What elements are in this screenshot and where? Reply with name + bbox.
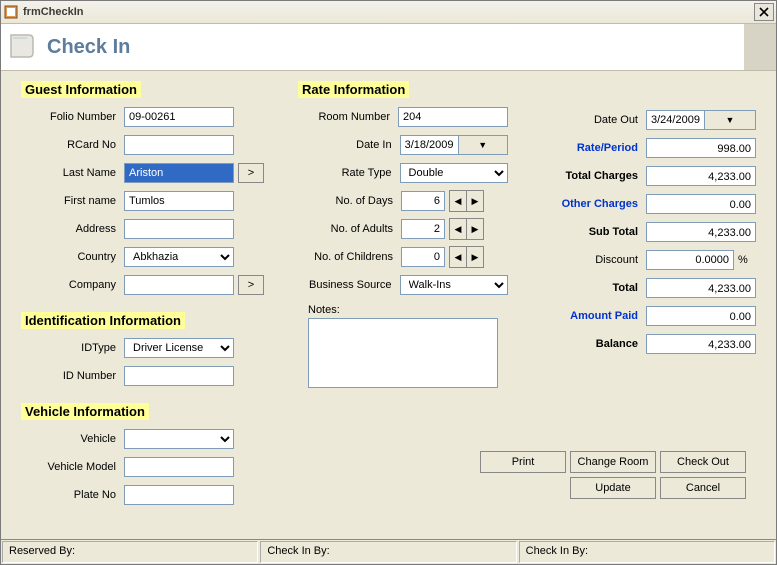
section-guest: Guest Information [21, 81, 141, 98]
plate-label: Plate No [21, 489, 124, 501]
left-column: Guest Information Folio Number RCard No … [21, 81, 268, 512]
dateout-label: Date Out [538, 114, 646, 126]
update-button[interactable]: Update [570, 477, 656, 499]
dateout-value: 3/24/2009 [647, 114, 704, 126]
section-rate: Rate Information [298, 81, 409, 98]
company-lookup-button[interactable]: > [238, 275, 264, 295]
othercharges-label[interactable]: Other Charges [538, 198, 646, 210]
lastname-lookup-button[interactable]: > [238, 163, 264, 183]
section-ident: Identification Information [21, 312, 185, 329]
rateperiod-value: 998.00 [646, 138, 756, 158]
adults-label: No. of Adults [298, 223, 401, 235]
rcard-label: RCard No [21, 139, 124, 151]
days-decrement[interactable]: ◀ [449, 190, 467, 212]
total-label: Total [538, 282, 646, 294]
vehicle-label: Vehicle [21, 433, 124, 445]
datein-picker[interactable]: 3/18/2009 ▼ [400, 135, 508, 155]
titlebar: frmCheckIn [1, 1, 776, 24]
discount-input[interactable] [646, 250, 734, 270]
company-label: Company [21, 279, 124, 291]
action-buttons: Print Change Room Check Out Update Cance… [480, 451, 746, 499]
rateperiod-label[interactable]: Rate/Period [538, 142, 646, 154]
vehicle-model-input[interactable] [124, 457, 234, 477]
children-decrement[interactable]: ◀ [449, 246, 467, 268]
check-out-button[interactable]: Check Out [660, 451, 746, 473]
days-label: No. of Days [298, 195, 401, 207]
firstname-label: First name [21, 195, 124, 207]
address-input[interactable] [124, 219, 234, 239]
subtotal-label: Sub Total [538, 226, 646, 238]
source-label: Business Source [298, 279, 400, 291]
firstname-input[interactable] [124, 191, 234, 211]
total-value: 4,233.00 [646, 278, 756, 298]
close-button[interactable] [754, 3, 774, 21]
adults-decrement[interactable]: ◀ [449, 218, 467, 240]
lastname-label: Last Name [21, 167, 124, 179]
room-input[interactable] [398, 107, 508, 127]
lastname-input[interactable] [124, 163, 234, 183]
balance-value: 4,233.00 [646, 334, 756, 354]
mid-column: Rate Information Room Number Date In 3/1… [298, 81, 508, 512]
plate-input[interactable] [124, 485, 234, 505]
dateout-picker[interactable]: 3/24/2009 ▼ [646, 110, 756, 130]
children-increment[interactable]: ▶ [466, 246, 484, 268]
datein-label: Date In [298, 139, 400, 151]
totalcharges-value: 4,233.00 [646, 166, 756, 186]
folio-label: Folio Number [21, 111, 124, 123]
days-input[interactable] [401, 191, 445, 211]
discount-suffix: % [738, 254, 748, 266]
form-body: Guest Information Folio Number RCard No … [1, 71, 776, 539]
company-input[interactable] [124, 275, 234, 295]
discount-label: Discount [538, 254, 646, 266]
idnumber-label: ID Number [21, 370, 124, 382]
app-icon [3, 4, 19, 20]
room-label: Room Number [298, 111, 398, 123]
adults-increment[interactable]: ▶ [466, 218, 484, 240]
subtotal-value: 4,233.00 [646, 222, 756, 242]
children-label: No. of Childrens [298, 251, 401, 263]
vehicle-select[interactable] [124, 429, 234, 449]
notes-textarea[interactable] [308, 318, 498, 388]
ratetype-label: Rate Type [298, 167, 400, 179]
status-reserved-by: Reserved By: [2, 541, 258, 563]
header-decor [744, 24, 776, 70]
cancel-button[interactable]: Cancel [660, 477, 746, 499]
status-bar: Reserved By: Check In By: Check In By: [1, 539, 776, 564]
right-column: Date Out 3/24/2009 ▼ Rate/Period 998.00 … [538, 81, 756, 512]
ratetype-select[interactable]: Double [400, 163, 508, 183]
status-checkin-by-1: Check In By: [260, 541, 516, 563]
adults-input[interactable] [401, 219, 445, 239]
country-select[interactable]: Abkhazia [124, 247, 234, 267]
totalcharges-label: Total Charges [538, 170, 646, 182]
amountpaid-value: 0.00 [646, 306, 756, 326]
chevron-down-icon: ▼ [458, 136, 507, 154]
vehicle-model-label: Vehicle Model [21, 461, 124, 473]
othercharges-value: 0.00 [646, 194, 756, 214]
source-select[interactable]: Walk-Ins [400, 275, 508, 295]
idtype-select[interactable]: Driver License [124, 338, 234, 358]
checkin-icon [7, 31, 39, 63]
page-title: Check In [47, 36, 130, 59]
status-checkin-by-2: Check In By: [519, 541, 775, 563]
print-button[interactable]: Print [480, 451, 566, 473]
header-bar: Check In [1, 24, 776, 71]
folio-input[interactable] [124, 107, 234, 127]
section-vehicle: Vehicle Information [21, 403, 149, 420]
idnumber-input[interactable] [124, 366, 234, 386]
notes-label: Notes: [308, 304, 508, 316]
main-window: frmCheckIn Check In Guest Information Fo… [0, 0, 777, 565]
country-label: Country [21, 251, 124, 263]
idtype-label: IDType [21, 342, 124, 354]
balance-label: Balance [538, 338, 646, 350]
children-input[interactable] [401, 247, 445, 267]
address-label: Address [21, 223, 124, 235]
close-icon [759, 7, 769, 17]
days-increment[interactable]: ▶ [466, 190, 484, 212]
rcard-input[interactable] [124, 135, 234, 155]
amountpaid-label[interactable]: Amount Paid [538, 310, 646, 322]
change-room-button[interactable]: Change Room [570, 451, 656, 473]
chevron-down-icon: ▼ [704, 111, 755, 129]
window-title: frmCheckIn [23, 6, 754, 18]
datein-value: 3/18/2009 [401, 139, 458, 151]
